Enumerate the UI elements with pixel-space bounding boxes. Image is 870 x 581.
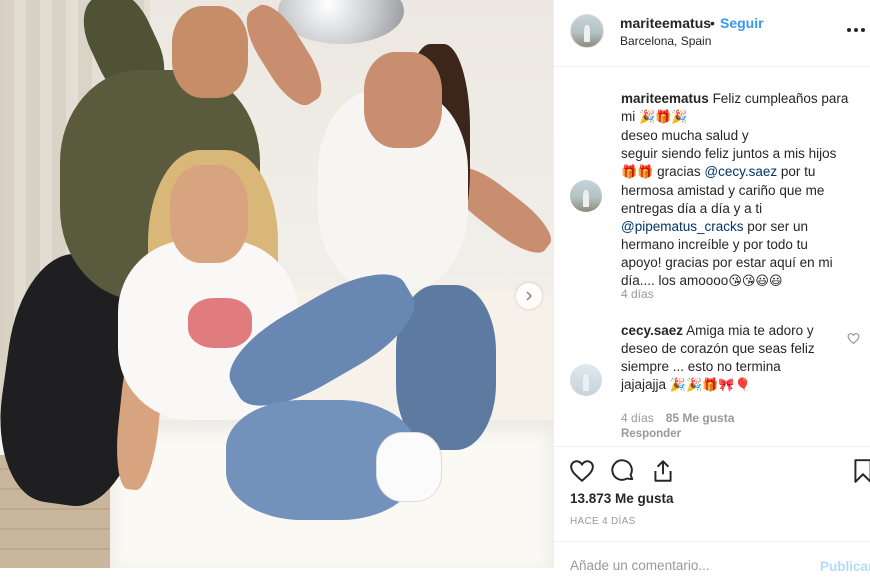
reply-button[interactable]: Responder	[621, 428, 681, 440]
post-side-panel: mariteematus • Seguir Barcelona, Spain m…	[553, 0, 870, 574]
party-emojis: 🎉🎁🎉	[639, 110, 688, 125]
post-photo[interactable]	[0, 0, 553, 568]
comment-button[interactable]	[610, 458, 636, 484]
share-icon	[654, 460, 672, 482]
tshirt-logo	[188, 298, 252, 348]
caption-text: mariteematus Feliz cumpleaños para mi 🎉🎁…	[621, 91, 849, 289]
post-timestamp[interactable]: HACE 4 DÍAS	[570, 516, 636, 527]
mention-link[interactable]: @pipematus_cracks	[621, 219, 744, 234]
location-link[interactable]: Barcelona, Spain	[620, 34, 711, 48]
comment-meta: 4 días 85 Me gusta	[621, 411, 734, 425]
instagram-post: mariteematus • Seguir Barcelona, Spain m…	[0, 0, 870, 574]
avatar[interactable]	[570, 14, 604, 48]
post-header: mariteematus • Seguir Barcelona, Spain	[554, 0, 870, 67]
avatar[interactable]	[570, 180, 602, 212]
bookmark-icon	[854, 459, 870, 483]
avatar[interactable]	[570, 364, 602, 396]
comment-icon	[611, 459, 634, 481]
likes-count[interactable]: 13.873 Me gusta	[570, 491, 674, 506]
comment-username[interactable]: cecy.saez	[621, 323, 683, 338]
mention-link[interactable]: @cecy.saez	[704, 164, 777, 179]
comment-likes[interactable]: 85 Me gusta	[666, 411, 735, 425]
comment-input[interactable]	[570, 558, 790, 573]
caption-time[interactable]: 4 días	[621, 287, 654, 301]
comment-text: cecy.saez Amiga mia te adoro y deseo de …	[621, 323, 815, 393]
kiss-smile-emojis: 😘😘😃😃	[728, 274, 783, 289]
header-username[interactable]: mariteematus	[620, 15, 711, 31]
comment-time[interactable]: 4 días	[621, 411, 654, 425]
more-options-icon[interactable]	[847, 22, 869, 38]
caption-username[interactable]: mariteematus	[621, 91, 709, 106]
action-bar	[554, 446, 870, 494]
man-head	[172, 6, 248, 98]
follow-button[interactable]: Seguir	[720, 15, 764, 31]
gift-emojis: 🎁🎁	[621, 165, 654, 180]
separator-dot: •	[710, 15, 715, 31]
share-button[interactable]	[650, 458, 676, 484]
like-button[interactable]	[569, 458, 595, 484]
comments-list: mariteematus Feliz cumpleaños para mi 🎉🎁…	[554, 68, 870, 444]
comment-like-heart-icon[interactable]	[847, 332, 860, 345]
save-button[interactable]	[850, 458, 870, 484]
celebration-emojis: 🎉🎉🎁🎀🎈	[669, 378, 751, 393]
publish-button[interactable]: Publicar	[820, 559, 870, 574]
next-photo-button[interactable]	[516, 283, 542, 309]
chevron-right-icon	[526, 291, 533, 301]
heart-icon	[570, 460, 594, 483]
woman-right-head	[364, 52, 442, 148]
woman-left-head	[170, 165, 248, 263]
sneaker	[376, 432, 442, 502]
add-comment-section: Publicar	[554, 541, 870, 581]
